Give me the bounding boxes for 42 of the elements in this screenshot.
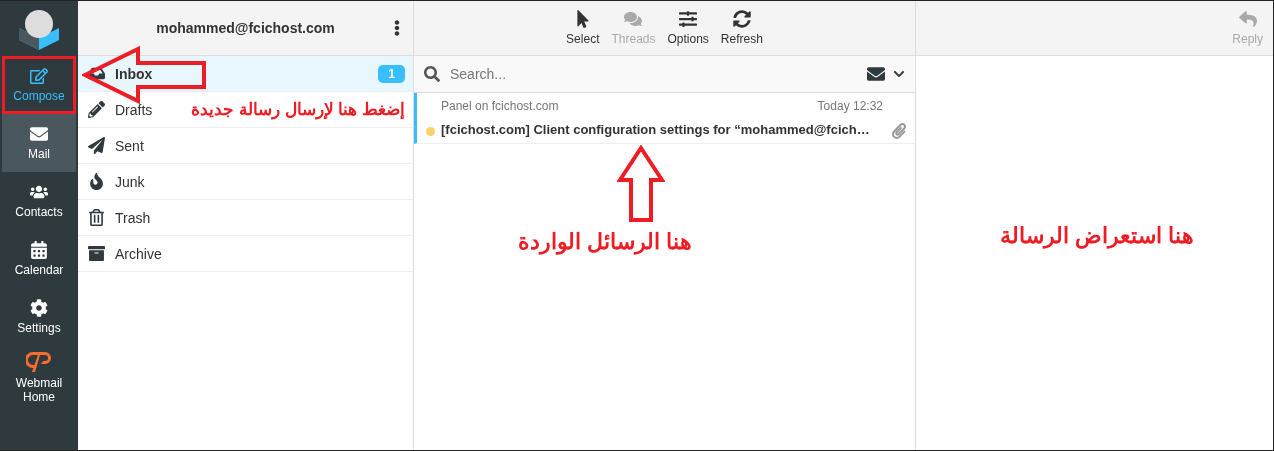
reply-icon	[1238, 10, 1257, 28]
annotation-text: إضغط هنا لإرسال رسالة جديدة	[191, 99, 405, 120]
nav-item[interactable]: Mail	[2, 114, 76, 172]
refresh-icon	[732, 10, 751, 28]
settings-icon	[30, 299, 48, 317]
search-icon	[424, 66, 440, 82]
paper-plane-icon	[88, 137, 105, 154]
logo-icon	[26, 352, 52, 372]
search-input[interactable]: Search...	[448, 65, 859, 83]
people-icon	[30, 183, 48, 201]
trash-icon	[88, 209, 105, 226]
nav-item[interactable]: Calendar	[2, 230, 76, 288]
toolbar-button[interactable]: Options	[667, 10, 709, 46]
nav-item[interactable]: Compose	[2, 56, 76, 114]
nav-item[interactable]: Contacts	[2, 172, 76, 230]
paperclip-icon	[891, 123, 907, 139]
message-date: Today 12:32	[817, 99, 883, 113]
logo-icon	[19, 7, 59, 50]
search-field[interactable]: Search...	[414, 56, 915, 93]
pencil-icon	[88, 101, 105, 118]
message-sender: Panel on fcichost.com	[441, 99, 559, 113]
account-name: mohammed@fcichost.com	[156, 20, 335, 36]
toolbar-button[interactable]: Select	[566, 10, 600, 46]
annotation-text: هنا استعراض الرسالة	[1000, 223, 1195, 249]
annotation-text: هنا الرسائل الواردة	[518, 229, 693, 255]
nav-item[interactable]: Settings	[2, 288, 76, 346]
folder-item[interactable]: Inbox 1	[78, 56, 413, 92]
unread-count: 1	[378, 64, 405, 83]
compose-icon	[30, 67, 48, 85]
chevron-down-icon[interactable]	[893, 68, 905, 80]
envelope-icon	[30, 125, 48, 143]
sliders-icon	[679, 10, 698, 28]
toolbar-button[interactable]: Refresh	[720, 10, 763, 46]
inbox-icon	[88, 65, 105, 82]
message-subject: [fcichost.com] Client configuration settings for “mohammed@fcich…	[441, 122, 871, 137]
calendar-icon	[30, 241, 48, 259]
envelope-icon[interactable]	[867, 65, 885, 83]
archive-box-icon	[88, 245, 105, 262]
chat-bubbles-icon	[624, 10, 643, 28]
nav-item[interactable]: Webmail Home	[2, 346, 76, 410]
flame-icon	[88, 173, 105, 190]
message-item[interactable]: Panel on fcichost.com Today 12:32 [fcichost.com] Client configuration settings for “mohammed@fcich…	[414, 93, 915, 144]
